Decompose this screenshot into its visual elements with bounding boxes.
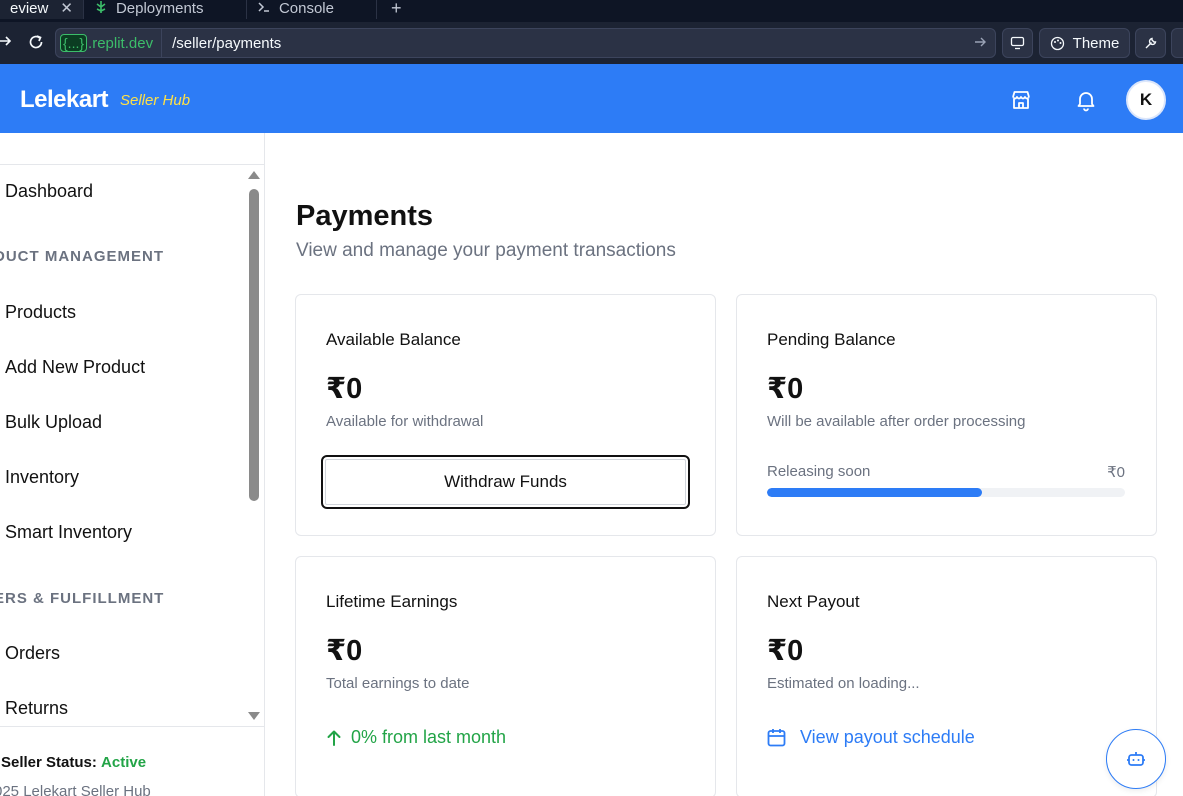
card-title: Available Balance (326, 330, 461, 349)
terminal-icon (257, 0, 271, 17)
calendar-icon (767, 728, 786, 747)
divider (0, 726, 264, 727)
card-title: Pending Balance (767, 330, 896, 349)
tools-button[interactable] (1135, 28, 1166, 58)
sidebar-section-product-management: DUCT MANAGEMENT (0, 248, 164, 265)
next-payout-card: Next Payout ₹0 Estimated on loading... V… (736, 556, 1157, 796)
bell-icon[interactable] (1074, 88, 1098, 112)
wrench-icon (1145, 37, 1156, 49)
logo-subtitle: Seller Hub (120, 92, 191, 109)
tab-label: eview (10, 0, 49, 17)
seller-status-value: Active (101, 754, 147, 771)
schedule-link-text: View payout schedule (800, 727, 975, 747)
sidebar-section-orders-fulfillment: ERS & FULFILLMENT (0, 590, 165, 607)
url-path: /seller/payments (172, 34, 282, 52)
card-description: Estimated on loading... (767, 675, 920, 692)
app-header: Lelekart Seller Hub (0, 64, 1183, 133)
release-progress-bar (767, 488, 1125, 497)
release-progress-fill (767, 488, 982, 497)
deployments-icon (94, 0, 108, 17)
card-description: Available for withdrawal (326, 413, 484, 430)
sidebar-item-add-new-product[interactable]: Add New Product (5, 357, 145, 378)
page-subtitle: View and manage your payment transaction… (296, 240, 676, 261)
seller-status-label: Seller Status: (1, 754, 97, 771)
card-title: Next Payout (767, 592, 860, 611)
earnings-trend: 0% from last month (326, 727, 506, 748)
divider (0, 164, 264, 165)
card-description: Will be available after order processing (767, 413, 1026, 430)
replit-brace-icon: {...} (60, 34, 88, 52)
assistant-bot-button[interactable] (1106, 729, 1166, 789)
go-arrow-icon[interactable] (973, 35, 995, 52)
scrollbar-thumb[interactable] (249, 189, 259, 501)
page-title: Payments (296, 200, 434, 232)
reload-icon[interactable] (25, 33, 47, 56)
browser-url-bar: {...} .replit.dev /seller/payments Theme (0, 22, 1183, 64)
card-amount: ₹0 (326, 635, 363, 667)
monitor-icon (1010, 36, 1025, 50)
theme-label: Theme (1072, 34, 1120, 52)
sidebar-item-dashboard[interactable]: Dashboard (5, 181, 93, 202)
trend-text: 0% from last month (351, 727, 507, 747)
sidebar: Dashboard DUCT MANAGEMENT Products Add N… (0, 133, 265, 796)
url-domain: {...} .replit.dev (56, 29, 163, 57)
card-description: Total earnings to date (326, 675, 470, 692)
sidebar-item-inventory[interactable]: Inventory (5, 467, 79, 488)
tab-label: Console (278, 0, 334, 17)
store-icon[interactable] (1009, 88, 1033, 112)
sidebar-item-bulk-upload[interactable]: Bulk Upload (5, 412, 102, 433)
withdraw-funds-button[interactable]: Withdraw Funds (321, 455, 690, 509)
scroll-up-icon[interactable] (248, 171, 260, 179)
sidebar-item-returns[interactable]: Returns (5, 698, 68, 719)
copyright: 025 Lelekart Seller Hub (0, 783, 151, 796)
release-value: ₹0 (1107, 464, 1125, 481)
tab-label: Deployments (115, 0, 204, 17)
sidebar-item-products[interactable]: Products (5, 302, 76, 323)
tab-preview[interactable]: eview ✕ (0, 0, 84, 19)
arrow-up-icon (326, 729, 342, 747)
browser-tab-bar: eview ✕ Deployments Console + (0, 0, 1183, 22)
card-amount: ₹0 (767, 373, 804, 405)
tab-console[interactable]: Console (247, 0, 377, 19)
view-payout-schedule-link[interactable]: View payout schedule (767, 727, 975, 748)
card-amount: ₹0 (326, 373, 363, 405)
scroll-down-icon[interactable] (248, 712, 260, 720)
available-balance-card: Available Balance ₹0 Available for withd… (295, 294, 716, 536)
url-field[interactable]: {...} .replit.dev /seller/payments (55, 28, 996, 58)
sidebar-item-orders[interactable]: Orders (5, 643, 60, 664)
tab-deployments[interactable]: Deployments (84, 0, 247, 19)
sidebar-item-smart-inventory[interactable]: Smart Inventory (5, 522, 132, 543)
release-row: Releasing soon ₹0 (767, 463, 1125, 481)
card-amount: ₹0 (767, 635, 804, 667)
domain-text: .replit.dev (88, 34, 154, 52)
release-label: Releasing soon (767, 463, 871, 480)
avatar[interactable]: K (1126, 80, 1166, 120)
lifetime-earnings-card: Lifetime Earnings ₹0 Total earnings to d… (295, 556, 716, 796)
more-button[interactable] (1171, 28, 1183, 58)
new-tab-button[interactable]: + (377, 0, 416, 19)
pending-balance-card: Pending Balance ₹0 Will be available aft… (736, 294, 1157, 536)
seller-status: Seller Status: Active (1, 754, 146, 771)
forward-icon[interactable] (0, 33, 16, 54)
palette-icon (1050, 36, 1065, 51)
logo[interactable]: Lelekart (20, 86, 109, 114)
bot-icon (1126, 749, 1146, 769)
theme-button[interactable]: Theme (1039, 28, 1130, 58)
devices-button[interactable] (1002, 28, 1033, 58)
close-icon[interactable]: ✕ (60, 0, 73, 17)
card-title: Lifetime Earnings (326, 592, 458, 611)
